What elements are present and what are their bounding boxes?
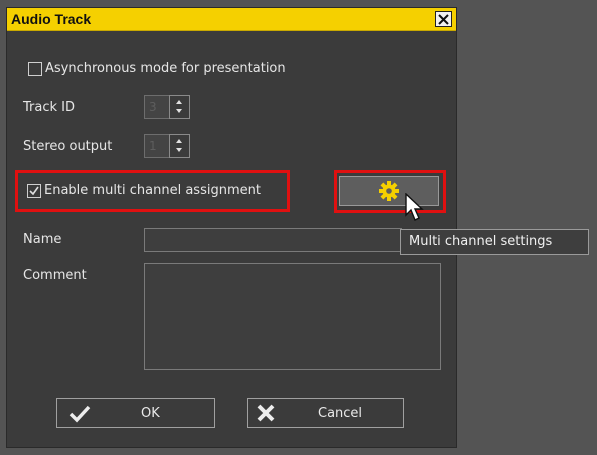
track-id-stepper[interactable]: 3: [144, 95, 190, 119]
stereo-output-value: 1: [149, 139, 157, 153]
name-label: Name: [23, 232, 62, 247]
gear-icon: [379, 181, 399, 201]
multi-channel-label: Enable multi channel assignment: [44, 183, 261, 198]
track-id-spin-buttons[interactable]: [169, 95, 190, 119]
multi-channel-checkbox[interactable]: [27, 184, 41, 198]
dialog-title: Audio Track: [11, 11, 92, 27]
chevron-down-icon[interactable]: [176, 109, 182, 113]
stereo-output-spin-buttons[interactable]: [169, 134, 190, 158]
ok-label: OK: [141, 406, 160, 421]
chevron-down-icon[interactable]: [176, 148, 182, 152]
comment-textarea[interactable]: [144, 263, 441, 370]
chevron-up-icon[interactable]: [176, 100, 182, 104]
stereo-output-label: Stereo output: [23, 139, 113, 154]
mouse-pointer-icon: [405, 193, 424, 221]
x-icon: [257, 404, 275, 422]
checkmark-icon: [69, 405, 91, 423]
track-id-value: 3: [149, 100, 157, 114]
checkmark-icon: [29, 186, 39, 196]
settings-tooltip: Multi channel settings: [400, 229, 589, 255]
stereo-output-stepper[interactable]: 1: [144, 134, 190, 158]
cancel-button[interactable]: Cancel: [247, 398, 404, 428]
track-id-label: Track ID: [23, 100, 75, 115]
async-mode-label: Asynchronous mode for presentation: [45, 61, 286, 76]
ok-button[interactable]: OK: [56, 398, 215, 428]
close-icon[interactable]: [435, 11, 452, 27]
comment-label: Comment: [23, 268, 87, 283]
name-input[interactable]: [144, 228, 402, 252]
async-mode-checkbox[interactable]: [28, 62, 42, 76]
title-bar[interactable]: Audio Track: [7, 8, 456, 31]
cancel-label: Cancel: [318, 406, 363, 421]
chevron-up-icon[interactable]: [176, 139, 182, 143]
